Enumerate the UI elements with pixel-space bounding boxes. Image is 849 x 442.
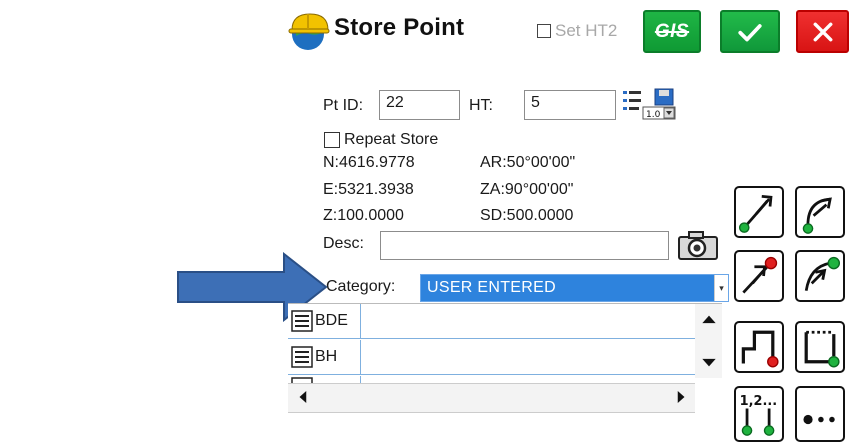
horizontal-scrollbar[interactable] (288, 383, 695, 413)
column-divider (360, 304, 361, 338)
curve-shot-button[interactable] (795, 186, 845, 238)
elevation-value: Z:100.0000 (323, 207, 404, 224)
code-name: BH (315, 348, 338, 365)
offset-shot-button[interactable] (795, 250, 845, 302)
window-title: Store Point (334, 14, 465, 41)
northing-value: N:4616.9778 (323, 154, 415, 171)
building-face-button[interactable] (734, 321, 784, 373)
cancel-button[interactable] (796, 10, 849, 53)
scroll-left-icon[interactable] (289, 384, 315, 410)
pt-id-label: Pt ID: (323, 97, 364, 114)
check-icon (738, 23, 762, 41)
scroll-down-icon[interactable] (695, 350, 722, 376)
repeat-store-checkbox-box[interactable] (324, 132, 340, 148)
hardhat-globe-icon (286, 8, 332, 54)
document-icon (291, 310, 313, 332)
svg-text:1.0: 1.0 (646, 110, 661, 120)
offset-shot-icon (804, 256, 841, 291)
curve-shot-icon (802, 197, 832, 234)
scroll-up-icon[interactable] (695, 306, 722, 332)
traverse-shot-button[interactable] (734, 186, 784, 238)
code-name: BDE (315, 312, 348, 329)
camera-button[interactable] (676, 229, 720, 262)
multi-point-button[interactable]: 1,2... (734, 386, 784, 442)
document-icon (291, 346, 313, 368)
category-label: Category: (326, 278, 396, 295)
list-item[interactable]: BH (288, 340, 695, 375)
column-divider (360, 340, 361, 374)
gis-button-label: GIS (654, 20, 690, 42)
repeat-store-checkbox[interactable]: Repeat Store (324, 131, 438, 149)
category-selected-value: USER ENTERED (427, 279, 556, 296)
easting-value: E:5321.3938 (323, 181, 414, 198)
set-ht2-label: Set HT2 (555, 21, 618, 40)
close-icon (813, 22, 832, 41)
sideshot-icon (742, 256, 778, 294)
category-select[interactable]: USER ENTERED ▾ (420, 274, 729, 302)
building-face-icon (741, 330, 779, 368)
more-options-button[interactable] (795, 386, 845, 442)
multi-point-icon: 1,2... (740, 394, 777, 436)
sideshot-button[interactable] (734, 250, 784, 302)
set-ht2-checkbox[interactable]: Set HT2 (537, 20, 617, 42)
ht-label: HT: (469, 97, 493, 114)
scroll-right-icon[interactable] (668, 384, 694, 410)
slope-distance-value: SD:500.0000 (480, 207, 574, 224)
pt-id-input[interactable]: 22 (379, 90, 460, 120)
gis-button[interactable]: GIS (643, 10, 701, 53)
set-ht2-checkbox-box[interactable] (537, 24, 551, 38)
ht-input[interactable]: 5 (524, 90, 616, 120)
repeat-store-label: Repeat Store (344, 131, 439, 148)
camera-icon (678, 231, 718, 260)
svg-text:1,2...: 1,2... (740, 394, 777, 409)
angle-right-value: AR:50°00'00" (480, 154, 576, 171)
ok-button[interactable] (720, 10, 780, 53)
list-item[interactable]: BDE (288, 304, 695, 339)
chevron-down-icon[interactable]: ▾ (714, 275, 728, 301)
more-dots-icon (803, 414, 835, 425)
point-list-save-icon[interactable]: 1.0 (621, 87, 677, 121)
zenith-angle-value: ZA:90°00'00" (480, 181, 574, 198)
traverse-shot-icon (738, 194, 773, 233)
corner-offset-button[interactable] (795, 321, 845, 373)
desc-label: Desc: (323, 235, 364, 252)
corner-offset-icon (804, 330, 840, 368)
desc-input[interactable] (380, 231, 669, 260)
